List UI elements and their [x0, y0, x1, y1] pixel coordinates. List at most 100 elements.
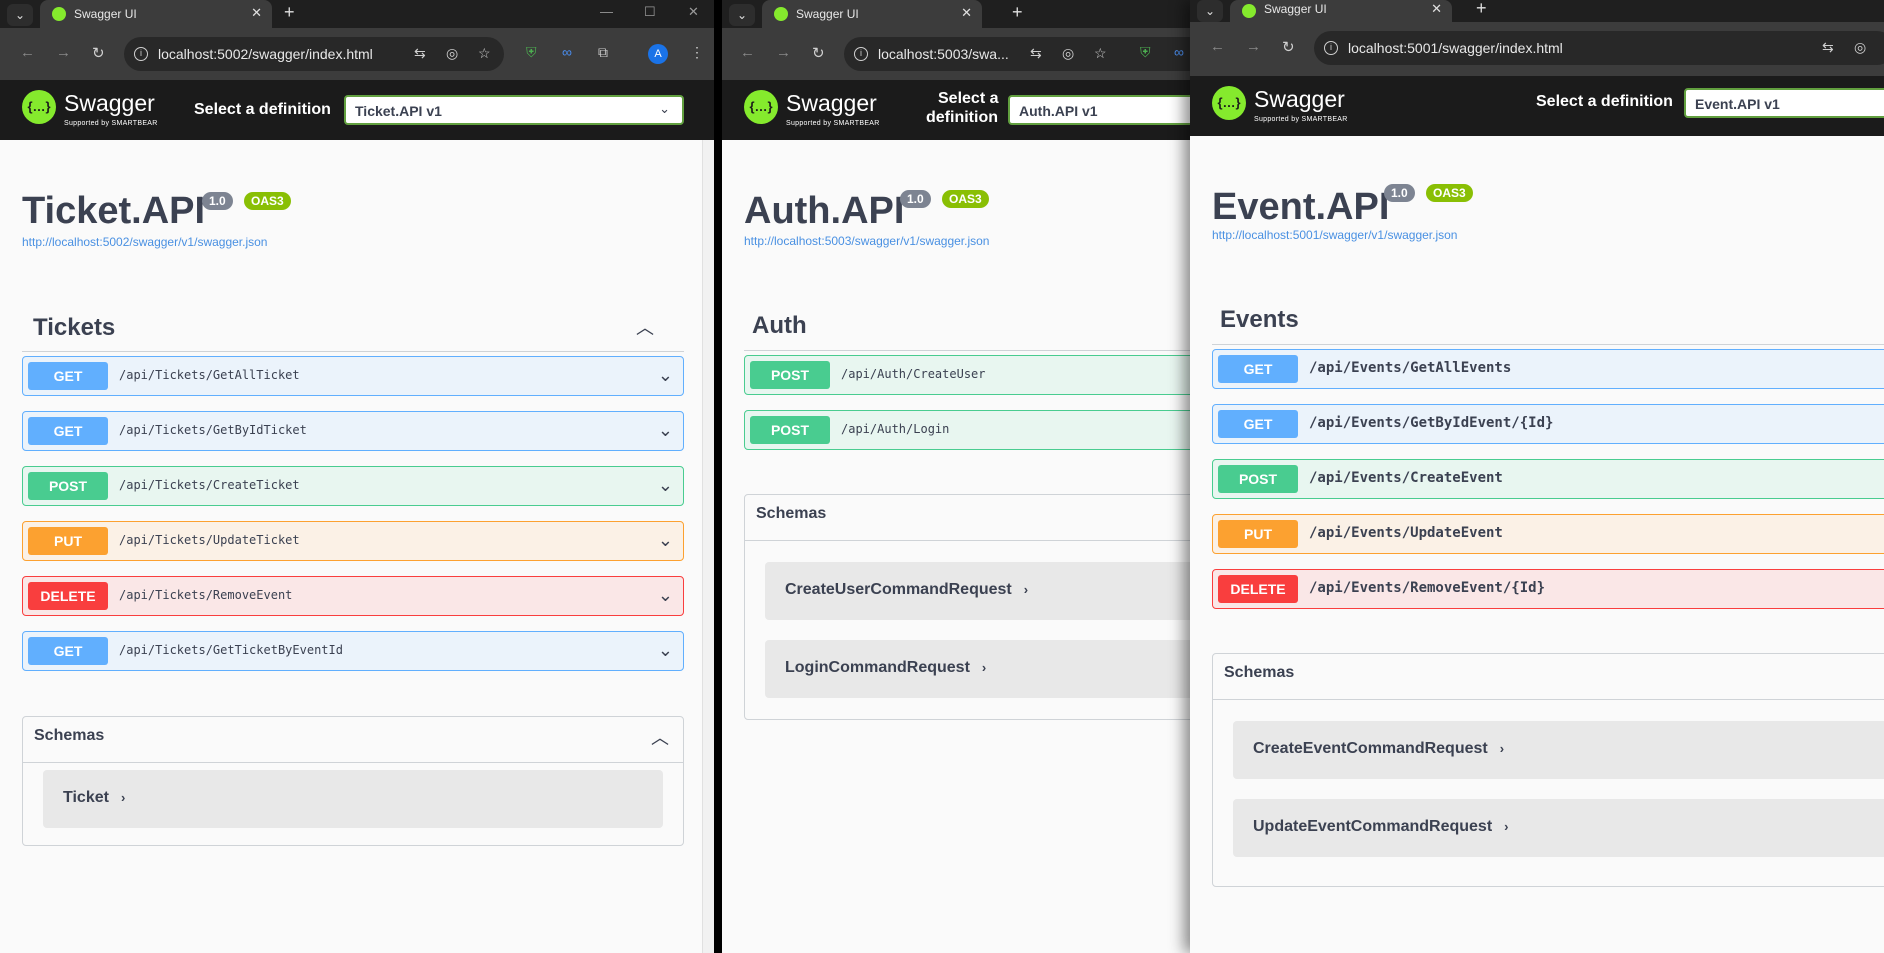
- plus-icon[interactable]: +: [1012, 2, 1023, 23]
- model-update-event-command-request[interactable]: UpdateEventCommandRequest ›: [1233, 799, 1884, 857]
- google-lens-icon[interactable]: ◎: [446, 45, 458, 62]
- shield-extension-icon[interactable]: ⛨: [526, 44, 537, 61]
- translate-icon[interactable]: ⇆: [414, 45, 426, 62]
- chevron-down-icon[interactable]: ⌄: [658, 475, 673, 496]
- avatar[interactable]: A: [648, 44, 668, 64]
- operation-path: /api/Tickets/CreateTicket: [119, 478, 300, 492]
- star-icon[interactable]: ☆: [1094, 45, 1107, 62]
- info-icon[interactable]: i: [1324, 41, 1338, 55]
- spec-url-link[interactable]: http://localhost:5002/swagger/v1/swagger…: [22, 235, 267, 249]
- address-bar[interactable]: i localhost:5002/swagger/index.html ⇆ ◎ …: [124, 37, 504, 71]
- model-login-command-request[interactable]: LoginCommandRequest ›: [765, 640, 1192, 698]
- select-definition-label-line2: definition: [926, 109, 998, 126]
- chevron-down-icon[interactable]: ⌄: [658, 585, 673, 606]
- puzzle-icon[interactable]: ⧉: [598, 44, 608, 61]
- info-icon[interactable]: i: [134, 47, 148, 61]
- operation-update-event[interactable]: PUT /api/Events/UpdateEvent: [1212, 514, 1884, 554]
- definition-value: Event.API v1: [1695, 96, 1780, 112]
- arrow-right-icon[interactable]: →: [1246, 38, 1261, 55]
- arrow-left-icon[interactable]: ←: [740, 44, 755, 61]
- swagger-topbar: {…} Swagger Supported by SMARTBEAR Selec…: [722, 80, 1192, 140]
- operation-get-all-events[interactable]: GET /api/Events/GetAllEvents: [1212, 349, 1884, 389]
- chevron-down-icon[interactable]: ⌄: [658, 530, 673, 551]
- tab-search-chevron-down-icon[interactable]: ⌄: [1197, 0, 1223, 22]
- tab-search-chevron-down-icon[interactable]: ⌄: [7, 4, 33, 26]
- reload-icon[interactable]: ↻: [1282, 38, 1295, 56]
- tab-swagger-ui[interactable]: Swagger UI ✕: [40, 0, 272, 28]
- operation-login[interactable]: POST /api/Auth/Login: [744, 410, 1192, 450]
- spec-url-link[interactable]: http://localhost:5003/swagger/v1/swagger…: [744, 234, 989, 248]
- star-icon[interactable]: ☆: [478, 45, 491, 62]
- tab-search-chevron-down-icon[interactable]: ⌄: [729, 4, 755, 26]
- tab-swagger-ui[interactable]: Swagger UI ✕: [1230, 0, 1452, 22]
- arrow-right-icon[interactable]: →: [56, 44, 71, 61]
- model-create-event-command-request[interactable]: CreateEventCommandRequest ›: [1233, 721, 1884, 779]
- infinity-extension-icon[interactable]: ∞: [562, 44, 572, 60]
- tag-title-auth[interactable]: Auth: [752, 312, 807, 340]
- operation-create-user[interactable]: POST /api/Auth/CreateUser: [744, 355, 1192, 395]
- model-create-user-command-request[interactable]: CreateUserCommandRequest ›: [765, 562, 1192, 620]
- close-icon[interactable]: ✕: [251, 5, 262, 21]
- url-text[interactable]: localhost:5003/swa...: [878, 46, 1009, 62]
- url-text[interactable]: localhost:5001/swagger/index.html: [1348, 40, 1563, 56]
- minimize-icon[interactable]: —: [600, 4, 613, 19]
- oas-badge: OAS3: [1426, 184, 1473, 202]
- translate-icon[interactable]: ⇆: [1822, 39, 1834, 56]
- close-icon[interactable]: ✕: [961, 5, 972, 21]
- operation-create-ticket[interactable]: POST /api/Tickets/CreateTicket ⌄: [22, 466, 684, 506]
- info-icon[interactable]: i: [854, 47, 868, 61]
- address-bar[interactable]: i localhost:5001/swagger/index.html ⇆ ◎: [1314, 31, 1884, 65]
- scrollbar[interactable]: [702, 140, 714, 953]
- operation-get-all-ticket[interactable]: GET /api/Tickets/GetAllTicket ⌄: [22, 356, 684, 396]
- tag-title-events[interactable]: Events: [1220, 306, 1299, 334]
- operation-path: /api/Events/CreateEvent: [1309, 470, 1503, 486]
- swagger-content: Ticket.API 1.0 OAS3 http://localhost:500…: [0, 140, 714, 953]
- operation-remove-event[interactable]: DELETE /api/Events/RemoveEvent/{Id}: [1212, 569, 1884, 609]
- arrow-left-icon[interactable]: ←: [1210, 38, 1225, 55]
- method-badge: GET: [28, 417, 108, 445]
- google-lens-icon[interactable]: ◎: [1854, 39, 1866, 56]
- reload-icon[interactable]: ↻: [812, 44, 825, 62]
- tab-swagger-ui[interactable]: Swagger UI ✕: [762, 0, 982, 28]
- browser-window-auth-api: ⌄ Swagger UI ✕ + ← → ↻ i localhost:5003/…: [722, 0, 1192, 953]
- chevron-down-icon[interactable]: ⌄: [658, 640, 673, 661]
- schemas-title[interactable]: Schemas: [756, 505, 826, 523]
- chevron-up-icon[interactable]: ︿: [651, 724, 669, 750]
- version-badge: 1.0: [1384, 184, 1415, 202]
- chevron-up-icon[interactable]: ︿: [636, 314, 654, 340]
- operation-get-by-id-event[interactable]: GET /api/Events/GetByIdEvent/{Id}: [1212, 404, 1884, 444]
- operation-get-ticket-by-event-id[interactable]: GET /api/Tickets/GetTicketByEventId ⌄: [22, 631, 684, 671]
- arrow-left-icon[interactable]: ←: [20, 44, 35, 61]
- plus-icon[interactable]: +: [284, 2, 295, 23]
- definition-select[interactable]: Auth.API v1: [1008, 95, 1192, 125]
- schemas-title[interactable]: Schemas: [1224, 664, 1294, 682]
- infinity-extension-icon[interactable]: ∞: [1174, 44, 1184, 60]
- api-title: Auth.API: [744, 190, 905, 232]
- kebab-menu-icon[interactable]: ⋮: [690, 44, 704, 61]
- plus-icon[interactable]: +: [1476, 0, 1487, 19]
- tab-title: Swagger UI: [1264, 2, 1327, 16]
- operation-create-event[interactable]: POST /api/Events/CreateEvent: [1212, 459, 1884, 499]
- window-close-icon[interactable]: ✕: [688, 4, 699, 20]
- definition-select[interactable]: Event.API v1: [1684, 88, 1884, 118]
- definition-select[interactable]: Ticket.API v1 ⌄: [344, 95, 684, 125]
- operation-get-by-id-ticket[interactable]: GET /api/Tickets/GetByIdTicket ⌄: [22, 411, 684, 451]
- arrow-right-icon[interactable]: →: [776, 44, 791, 61]
- operation-remove-event[interactable]: DELETE /api/Tickets/RemoveEvent ⌄: [22, 576, 684, 616]
- swagger-logo-icon: {…}: [22, 90, 56, 124]
- shield-extension-icon[interactable]: ⛨: [1140, 44, 1151, 61]
- close-icon[interactable]: ✕: [1431, 1, 1442, 17]
- reload-icon[interactable]: ↻: [92, 44, 105, 62]
- chevron-down-icon[interactable]: ⌄: [658, 420, 673, 441]
- method-badge: GET: [1218, 410, 1298, 438]
- model-ticket[interactable]: Ticket ›: [43, 770, 663, 828]
- operation-update-ticket[interactable]: PUT /api/Tickets/UpdateTicket ⌄: [22, 521, 684, 561]
- schemas-title[interactable]: Schemas: [34, 727, 104, 745]
- maximize-icon[interactable]: ☐: [644, 4, 656, 20]
- url-text[interactable]: localhost:5002/swagger/index.html: [158, 46, 373, 62]
- chevron-down-icon[interactable]: ⌄: [658, 365, 673, 386]
- tag-title-tickets[interactable]: Tickets: [33, 314, 115, 342]
- translate-icon[interactable]: ⇆: [1030, 45, 1042, 62]
- spec-url-link[interactable]: http://localhost:5001/swagger/v1/swagger…: [1212, 228, 1457, 242]
- google-lens-icon[interactable]: ◎: [1062, 45, 1074, 62]
